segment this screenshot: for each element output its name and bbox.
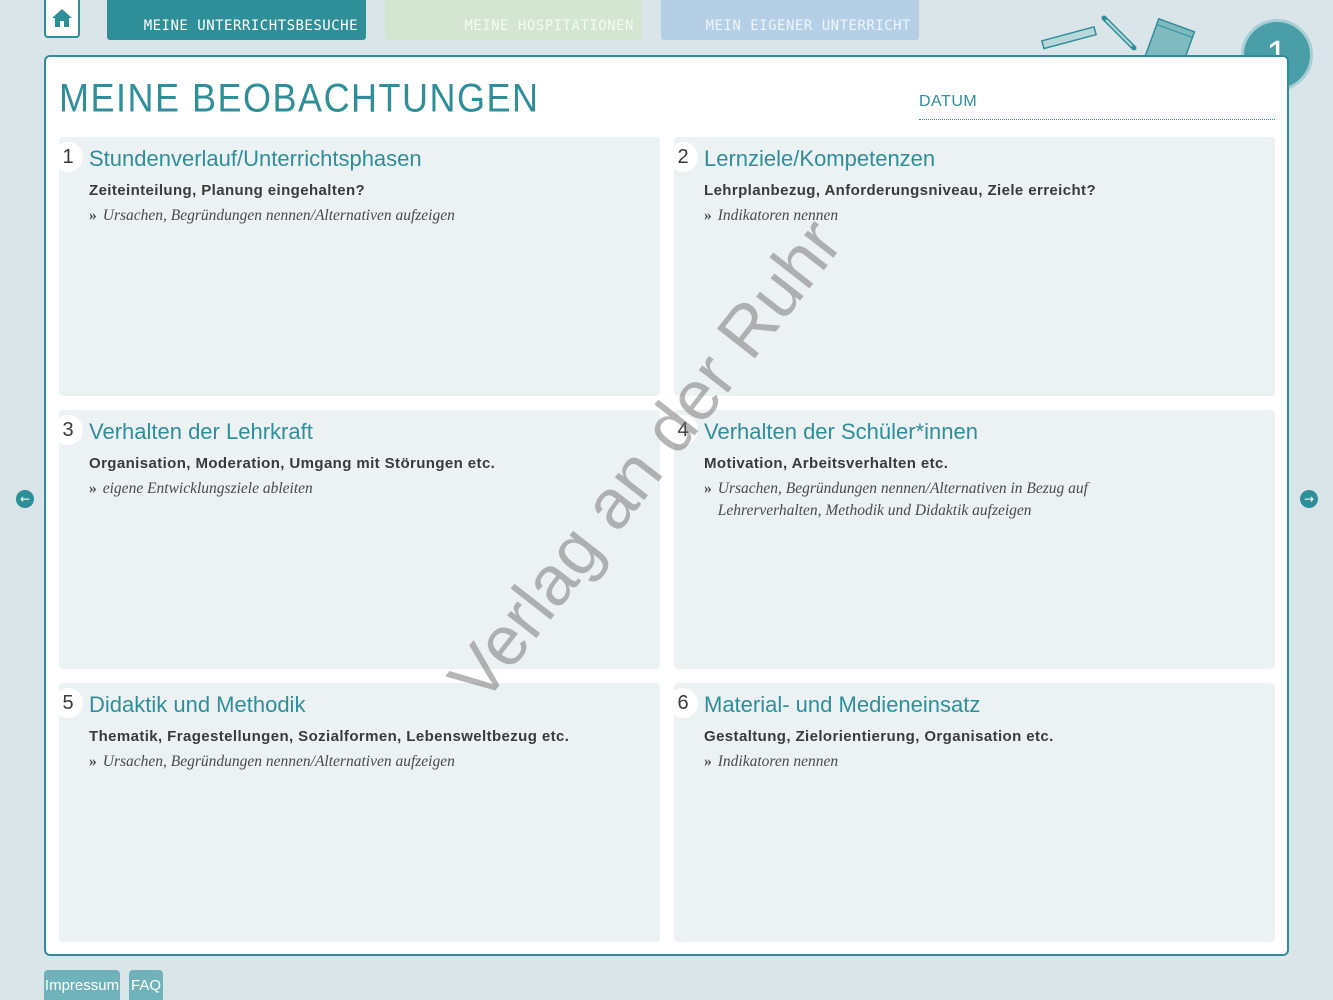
box-hint: » eigene Entwicklungsziele ableiten xyxy=(89,478,629,500)
tab-meine-unterrichtsbesuche[interactable]: MEINE UNTERRICHTSBESUCHE xyxy=(107,0,366,40)
guillemet-icon: » xyxy=(704,207,712,224)
box-hint: » Ursachen, Begründungen nennen/Alternati… xyxy=(704,478,1104,522)
arrow-left-icon: ← xyxy=(19,492,31,506)
observation-box-2[interactable]: 2 Lernziele/Kompetenzen Lehrplanbezug, A… xyxy=(668,137,1275,396)
page-title: MEINE BEOBACHTUNGEN xyxy=(59,75,540,121)
box-subtitle: Gestaltung, Zielorientierung, Organisati… xyxy=(704,728,1054,745)
box-number: 4 xyxy=(668,415,698,445)
ruler-icon xyxy=(1040,25,1097,50)
box-hint: » Indikatoren nennen xyxy=(704,205,1244,227)
box-number: 2 xyxy=(668,142,698,172)
box-subtitle: Thematik, Fragestellungen, Sozialformen,… xyxy=(89,728,570,745)
observation-box-4[interactable]: 4 Verhalten der Schüler*innen Motivation… xyxy=(668,410,1275,669)
observation-sheet: MEINE BEOBACHTUNGEN DATUM 1 Stundenverla… xyxy=(44,55,1289,956)
box-hint: » Ursachen, Begründungen nennen/Alternati… xyxy=(89,751,629,773)
tab-mein-eigener-unterricht[interactable]: MEIN EIGENER UNTERRICHT xyxy=(661,0,919,40)
box-title: Material- und Medieneinsatz xyxy=(704,692,981,717)
house-icon xyxy=(52,9,72,27)
box-title: Lernziele/Kompetenzen xyxy=(704,146,936,171)
guillemet-icon: » xyxy=(704,753,712,770)
box-number: 5 xyxy=(53,688,83,718)
date-field[interactable]: DATUM xyxy=(919,93,1275,120)
guillemet-icon: » xyxy=(89,207,97,224)
next-page-button[interactable]: → xyxy=(1300,490,1318,508)
box-title: Didaktik und Methodik xyxy=(89,692,306,717)
arrow-right-icon: → xyxy=(1303,492,1315,506)
guillemet-icon: » xyxy=(704,480,712,497)
guillemet-icon: » xyxy=(89,753,97,770)
box-number: 6 xyxy=(668,688,698,718)
box-title: Stundenverlauf/Unterrichtsphasen xyxy=(89,146,422,171)
home-button[interactable] xyxy=(44,0,80,38)
box-hint: » Indikatoren nennen xyxy=(704,751,1244,773)
box-number: 1 xyxy=(53,142,83,172)
box-subtitle: Lehrplanbezug, Anforderungsniveau, Ziele… xyxy=(704,182,1097,199)
tab-meine-hospitationen[interactable]: MEINE HOSPITATIONEN xyxy=(385,0,642,40)
box-number: 3 xyxy=(53,415,83,445)
box-hint: » Ursachen, Begründungen nennen/Alternati… xyxy=(89,205,629,227)
faq-button[interactable]: FAQ xyxy=(129,970,163,1000)
box-subtitle: Motivation, Arbeitsverhalten etc. xyxy=(704,455,949,472)
box-subtitle: Organisation, Moderation, Umgang mit Stö… xyxy=(89,455,496,472)
observation-box-3[interactable]: 3 Verhalten der Lehrkraft Organisation, … xyxy=(53,410,660,669)
box-title: Verhalten der Lehrkraft xyxy=(89,419,313,444)
observation-box-5[interactable]: 5 Didaktik und Methodik Thematik, Frages… xyxy=(53,683,660,942)
impressum-button[interactable]: Impressum xyxy=(44,970,120,1000)
prev-page-button[interactable]: ← xyxy=(16,490,34,508)
observation-box-6[interactable]: 6 Material- und Medieneinsatz Gestaltung… xyxy=(668,683,1275,942)
guillemet-icon: » xyxy=(89,480,97,497)
box-subtitle: Zeiteinteilung, Planung eingehalten? xyxy=(89,182,366,199)
observation-box-1[interactable]: 1 Stundenverlauf/Unterrichtsphasen Zeite… xyxy=(53,137,660,396)
pen-icon xyxy=(1101,15,1137,51)
box-title: Verhalten der Schüler*innen xyxy=(704,419,978,444)
